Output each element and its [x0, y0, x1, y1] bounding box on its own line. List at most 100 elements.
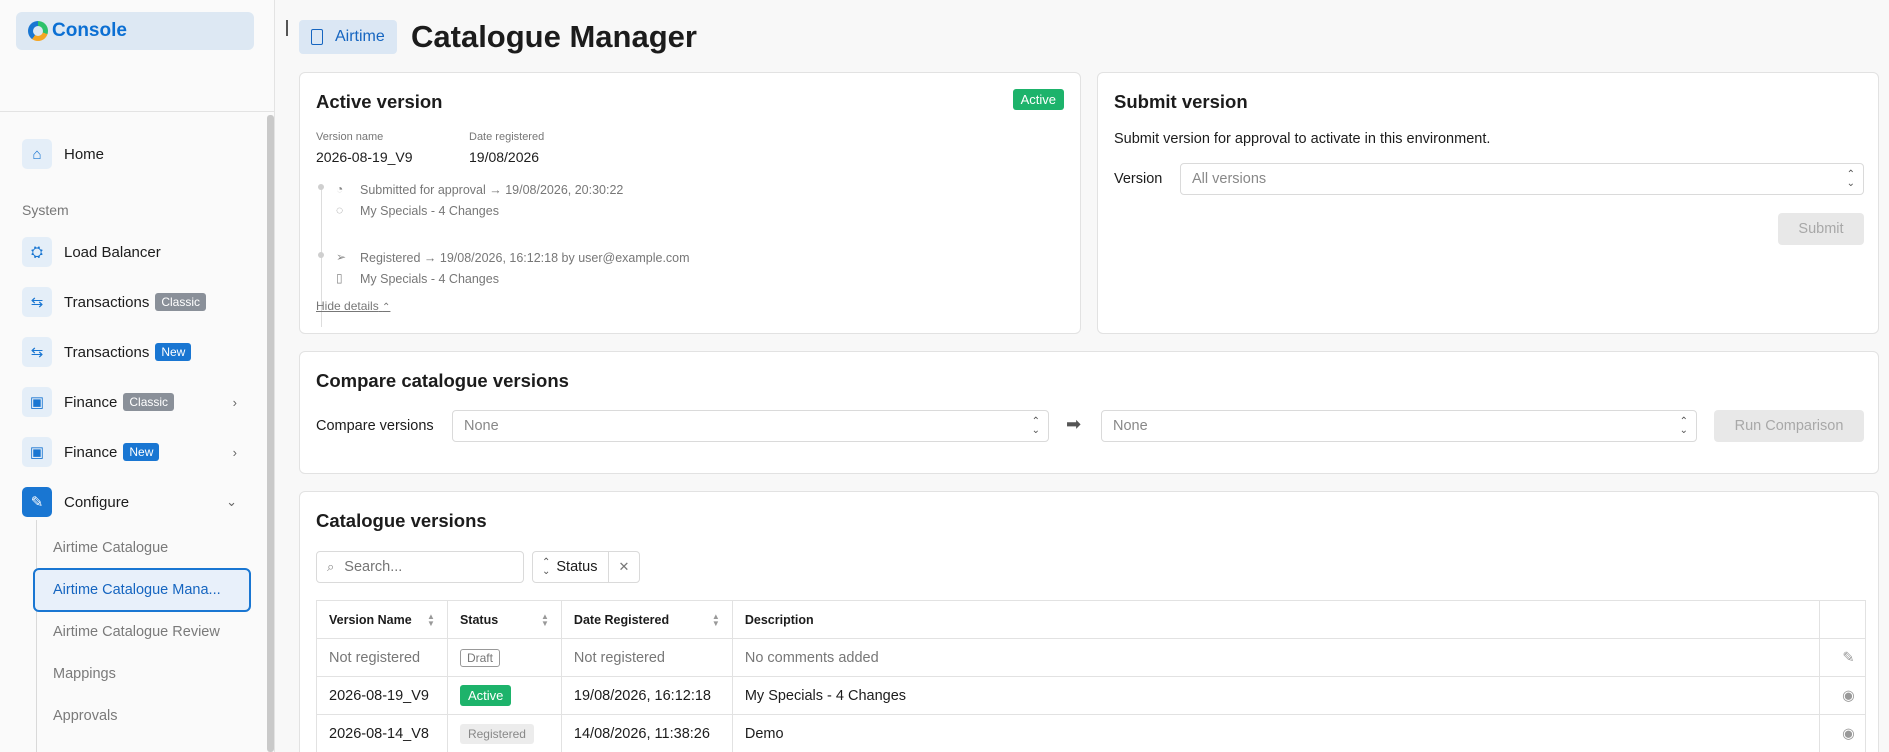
compare-to-select[interactable]: None ⌃ ⌄ [1101, 410, 1697, 442]
sidebar-scrollbar[interactable] [267, 115, 274, 752]
edit-icon[interactable]: ✎ [1818, 638, 1867, 677]
timeline-dot [318, 184, 324, 190]
select-arrows-icon: ⌃ ⌄ [542, 557, 551, 577]
transfer-icon: ⇆ [22, 287, 52, 317]
sidebar-subitem-airtime-catalogue[interactable]: Airtime Catalogue [53, 540, 168, 556]
version-name-label: Version name [316, 131, 384, 143]
document-icon: ▯ [336, 271, 343, 285]
active-version-card: Active version Active Version name 2026-… [299, 72, 1081, 334]
compare-from-select[interactable]: None ⌃ ⌄ [452, 410, 1049, 442]
new-badge: New [155, 343, 192, 361]
run-comparison-button[interactable]: Run Comparison [1714, 410, 1864, 442]
cell-description: Demo [731, 714, 1820, 752]
sort-icon: ▲ ▼ [541, 612, 549, 629]
card-title: Catalogue versions [316, 510, 487, 531]
send-icon: ➢ [336, 250, 347, 264]
classic-badge: Classic [123, 393, 175, 411]
search-field[interactable]: ⌕ [316, 551, 524, 583]
search-input[interactable] [344, 559, 505, 575]
chevron-right-icon[interactable]: › [233, 395, 237, 410]
sort-icon: ▲ ▼ [711, 612, 720, 629]
table-row[interactable]: 2026-08-19_V9 Active 19/08/2026, 16:12:1… [316, 676, 1867, 715]
check-circle-icon: ◔ [336, 182, 344, 196]
version-label: Version [1114, 171, 1163, 187]
chevron-down-icon[interactable]: ⌄ [226, 494, 237, 510]
cell-version-name: Not registered [316, 638, 448, 677]
search-icon: ⌕ [327, 559, 335, 574]
cash-icon: ▣ [22, 437, 52, 467]
page-title: Catalogue Manager [411, 19, 697, 54]
column-header-status[interactable]: Status ▲ ▼ [446, 600, 562, 639]
chevron-up-icon: ⌃ [382, 302, 391, 313]
sidebar-item-label: Load Balancer [64, 243, 161, 261]
card-title: Active version [316, 91, 443, 112]
arrow-right-icon: ➡ [1066, 414, 1082, 434]
sidebar-item-transactions-classic[interactable]: ⇆ Transactions Classic [22, 286, 237, 318]
chevron-right-icon[interactable]: › [233, 445, 237, 460]
sidebar-subitem-airtime-catalogue-manager[interactable]: Airtime Catalogue Mana... [33, 568, 251, 612]
table-row[interactable]: 2026-08-14_V8 Registered 14/08/2026, 11:… [316, 714, 1867, 752]
cell-status: Registered [446, 714, 562, 752]
sidebar-item-configure[interactable]: ✎ Configure ⌄ [22, 486, 237, 518]
submenu-rail [36, 520, 37, 752]
sort-icon: ▲ ▼ [427, 612, 435, 629]
version-select-value: All versions [1192, 171, 1267, 187]
hide-details-link[interactable]: Hide details ⌃ [316, 299, 390, 313]
timeline-event: Registered → 19/08/2026, 16:12:18 by use… [360, 251, 690, 265]
cell-description: My Specials - 4 Changes [731, 676, 1820, 715]
compare-to-value: None [1113, 418, 1148, 434]
sidebar-item-label: Transactions [64, 293, 150, 311]
transfer-icon: ⇆ [22, 337, 52, 367]
sidebar-item-finance-classic[interactable]: ▣ Finance Classic › [22, 386, 237, 418]
submit-button[interactable]: Submit [1778, 213, 1864, 245]
cell-status: Active [446, 676, 562, 715]
status-filter[interactable]: ⌃ ⌄ Status ✕ [532, 551, 641, 583]
cell-date: 19/08/2026, 16:12:18 [560, 676, 733, 715]
column-header-date-registered[interactable]: Date Registered ▲ ▼ [560, 600, 733, 639]
column-header-description: Description [731, 600, 1820, 639]
clear-filter-icon[interactable]: ✕ [609, 559, 640, 575]
text-caret [286, 20, 288, 36]
timeline-note: My Specials - 4 Changes [360, 204, 499, 218]
status-badge: Active [1012, 89, 1064, 110]
version-select[interactable]: All versions ⌃ ⌄ [1180, 163, 1864, 195]
sidebar-item-load-balancer[interactable]: ⛭ Load Balancer [22, 236, 237, 268]
phone-icon [311, 29, 323, 45]
hide-details-label: Hide details [316, 299, 379, 313]
catalogue-versions-card: Catalogue versions ⌕ ⌃⌄ Status ✕ Version… [299, 491, 1879, 752]
console-logo-icon [28, 21, 48, 41]
compare-from-value: None [464, 418, 499, 434]
table-header-row: Version Name ▲ ▼ Status ▲ ▼ Date Registered ▲… [316, 600, 1867, 639]
select-arrows-icon: ⌃ ⌄ [1679, 416, 1688, 436]
cell-version-name: 2026-08-14_V8 [316, 714, 448, 752]
cell-date: Not registered [560, 638, 733, 677]
section-label-system: System [22, 202, 69, 218]
cash-icon: ▣ [22, 387, 52, 417]
sidebar-subitem-mappings[interactable]: Mappings [53, 666, 116, 682]
sidebar-item-home[interactable]: ⌂ Home [22, 138, 237, 170]
sidebar-subitem-approvals[interactable]: Approvals [53, 708, 117, 724]
wrench-icon: ✎ [22, 487, 52, 517]
column-header-version-name[interactable]: Version Name ▲ ▼ [316, 600, 448, 639]
sidebar-item-transactions-new[interactable]: ⇆ Transactions New [22, 336, 237, 368]
sidebar: Console ⌂ Home System ⛭ Load Balancer ⇆ … [0, 0, 275, 752]
sidebar-subitem-airtime-catalogue-review[interactable]: Airtime Catalogue Review [53, 624, 220, 640]
home-icon: ⌂ [22, 139, 52, 169]
sidebar-item-finance-new[interactable]: ▣ Finance New › [22, 436, 237, 468]
eye-icon[interactable]: ◉ [1818, 714, 1867, 752]
cell-status: Draft [446, 638, 562, 677]
sidebar-item-label: Configure [64, 493, 130, 511]
status-badge: Active [459, 684, 512, 706]
pill-label: Airtime [335, 28, 385, 45]
brand-switcher[interactable]: Console [16, 12, 254, 50]
sidebar-item-label: Finance [64, 393, 118, 411]
airtime-pill[interactable]: Airtime [299, 20, 397, 54]
table-row[interactable]: Not registered Draft Not registered No c… [316, 638, 1867, 677]
status-badge: Draft [459, 648, 500, 667]
date-registered-value: 19/08/2026 [469, 149, 540, 165]
timeline-event: Submitted for approval → 19/08/2026, 20:… [360, 183, 624, 197]
eye-icon[interactable]: ◉ [1818, 676, 1867, 715]
catalogue-versions-table: Version Name ▲ ▼ Status ▲ ▼ Date Registered ▲… [316, 600, 1867, 752]
compare-label: Compare versions [316, 418, 434, 434]
main-content: Airtime Catalogue Manager Active version… [275, 0, 1889, 752]
